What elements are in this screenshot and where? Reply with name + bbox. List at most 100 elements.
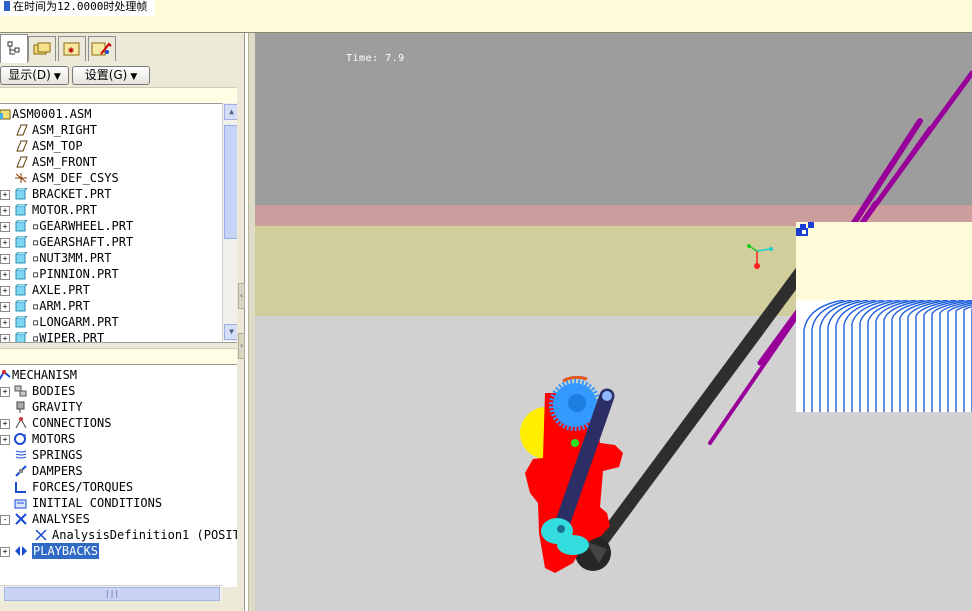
pinion-part xyxy=(571,439,579,447)
tree-item-label: DAMPERS xyxy=(32,464,83,478)
expand-icon[interactable]: + xyxy=(0,286,10,296)
tree-item[interactable]: INITIAL CONDITIONS xyxy=(14,495,237,511)
tree-item-label: GRAVITY xyxy=(32,400,83,414)
model-tree-header xyxy=(0,87,237,103)
tree-item-label: ASM0001.ASM xyxy=(12,107,92,121)
model-tree-icon xyxy=(7,41,20,55)
expand-icon[interactable]: + xyxy=(0,270,10,280)
expand-right-icon[interactable]: › xyxy=(238,333,245,359)
tree-item[interactable]: + ▫LONGARM.PRT xyxy=(0,314,237,330)
tree-item[interactable]: + ▫PINNION.PRT xyxy=(0,266,237,282)
tree-item[interactable]: + ▫ARM.PRT xyxy=(0,298,237,314)
panel-divider xyxy=(248,33,255,611)
settings-dropdown-label: 设置(G) xyxy=(84,68,128,82)
status-message-text: 在时间为12.0000时处理帧 xyxy=(13,0,148,13)
tree-item[interactable]: MECHANISM xyxy=(0,367,237,383)
graphics-viewport[interactable]: Time: 7.9 xyxy=(255,33,972,611)
expand-icon[interactable]: + xyxy=(0,238,10,248)
overlay-artifact xyxy=(796,222,972,412)
tree-item[interactable]: + ▫WIPER.PRT xyxy=(0,330,237,342)
tree-item-label: BRACKET.PRT xyxy=(32,187,112,201)
tree-item[interactable]: + BODIES xyxy=(0,383,237,399)
tree-item-label: ASM_FRONT xyxy=(32,155,98,169)
tab-connections[interactable] xyxy=(88,36,116,61)
model-tree: ASM0001.ASM ASM_RIGHT ASM_TOP ASM_FRONT ASM_… xyxy=(0,103,237,343)
tree-item-label: ▫GEARSHAFT.PRT xyxy=(32,235,134,249)
tree-item[interactable]: + AXLE.PRT xyxy=(0,282,237,298)
collapse-left-icon[interactable]: ‹ xyxy=(238,283,245,309)
expand-icon[interactable]: + xyxy=(0,419,10,429)
tree-item[interactable]: ASM_TOP xyxy=(14,138,237,154)
info-icon xyxy=(4,1,10,11)
tree-item[interactable]: DAMPERS xyxy=(14,463,237,479)
expand-icon[interactable]: + xyxy=(0,190,10,200)
part-icon xyxy=(14,203,29,216)
expand-icon[interactable]: + xyxy=(0,206,10,216)
tree-item-label: MECHANISM xyxy=(12,368,78,382)
folder-icon xyxy=(33,42,51,55)
part-icon xyxy=(14,315,29,328)
tree-item[interactable]: - ANALYSES xyxy=(0,511,237,527)
expand-icon[interactable]: + xyxy=(0,387,10,397)
tree-item[interactable]: SPRINGS xyxy=(14,447,237,463)
model-tree-scrollbar[interactable]: ▲ ▼ xyxy=(222,103,239,341)
part-icon xyxy=(14,267,29,280)
expand-icon[interactable]: + xyxy=(0,302,10,312)
tree-item[interactable]: + ▫NUT3MM.PRT xyxy=(0,250,237,266)
mechanism-tree: MECHANISM + BODIES GRAVITY + CONNECTIONS + MOTO… xyxy=(0,364,237,587)
coordinate-system-icon xyxy=(14,172,28,184)
tab-folder-browser[interactable] xyxy=(28,36,56,61)
part-icon xyxy=(14,251,29,264)
connections-icon xyxy=(14,417,28,429)
tree-item[interactable]: FORCES/TORQUES xyxy=(14,479,237,495)
gravity-icon xyxy=(14,401,28,413)
tree-item[interactable]: + BRACKET.PRT xyxy=(0,186,237,202)
tree-item-label: MOTORS xyxy=(32,432,76,446)
status-message: 在时间为12.0000时处理帧 xyxy=(0,0,156,16)
chevron-down-icon: ▼ xyxy=(53,72,61,82)
expand-icon[interactable]: + xyxy=(0,435,10,445)
tree-item[interactable]: AnalysisDefinition1 (POSITI xyxy=(34,527,237,543)
expand-icon[interactable]: + xyxy=(0,222,10,232)
tree-item[interactable]: ASM_FRONT xyxy=(14,154,237,170)
tree-item-label: FORCES/TORQUES xyxy=(32,480,134,494)
tab-favorites[interactable]: ✱ xyxy=(58,36,86,61)
settings-dropdown[interactable]: 设置(G) ▼ xyxy=(72,66,150,85)
analyses-icon xyxy=(14,513,28,525)
part-icon xyxy=(14,235,29,248)
corner-marker-icon xyxy=(796,222,814,236)
datum-plane-icon xyxy=(14,140,28,152)
tree-item-label: ▫ARM.PRT xyxy=(32,299,90,313)
overlay-artifact-lines xyxy=(796,300,972,412)
svg-text:✱: ✱ xyxy=(68,45,74,56)
tree-item[interactable]: + ▫GEARWHEEL.PRT xyxy=(0,218,237,234)
motors-icon xyxy=(14,433,28,445)
part-icon xyxy=(14,283,29,296)
mechanism-tree-hscrollbar[interactable]: ||| xyxy=(0,585,222,601)
tab-model-tree[interactable] xyxy=(0,34,28,63)
expand-icon[interactable]: + xyxy=(0,547,10,557)
tree-item[interactable]: GRAVITY xyxy=(14,399,237,415)
expand-icon[interactable]: + xyxy=(0,334,10,342)
tree-item[interactable]: + MOTOR.PRT xyxy=(0,202,237,218)
tree-item[interactable]: + MOTORS xyxy=(0,431,237,447)
tree-item-label: MOTOR.PRT xyxy=(32,203,98,217)
message-bar: 在时间为12.0000时处理帧 xyxy=(0,0,972,33)
expand-icon[interactable]: + xyxy=(0,254,10,264)
panel-splitter[interactable]: ‹ › xyxy=(237,33,245,611)
tree-item[interactable]: ASM_RIGHT xyxy=(14,122,237,138)
tree-item[interactable]: + PLAYBACKS xyxy=(0,543,237,559)
display-dropdown[interactable]: 显示(D) ▼ xyxy=(0,66,69,85)
tree-item[interactable]: + ▫GEARSHAFT.PRT xyxy=(0,234,237,250)
tree-item[interactable]: ASM_DEF_CSYS xyxy=(14,170,237,186)
datum-plane-icon xyxy=(14,156,28,168)
mechanism-icon xyxy=(0,369,12,381)
mechanism-tree-header xyxy=(0,348,237,364)
tree-item[interactable]: + CONNECTIONS xyxy=(0,415,237,431)
collapse-icon[interactable]: - xyxy=(0,515,10,525)
tree-item[interactable]: ASM0001.ASM xyxy=(0,106,237,122)
tree-item-label: BODIES xyxy=(32,384,76,398)
tree-item-label: ASM_TOP xyxy=(32,139,83,153)
hscroll-thumb[interactable]: ||| xyxy=(4,587,220,601)
expand-icon[interactable]: + xyxy=(0,318,10,328)
